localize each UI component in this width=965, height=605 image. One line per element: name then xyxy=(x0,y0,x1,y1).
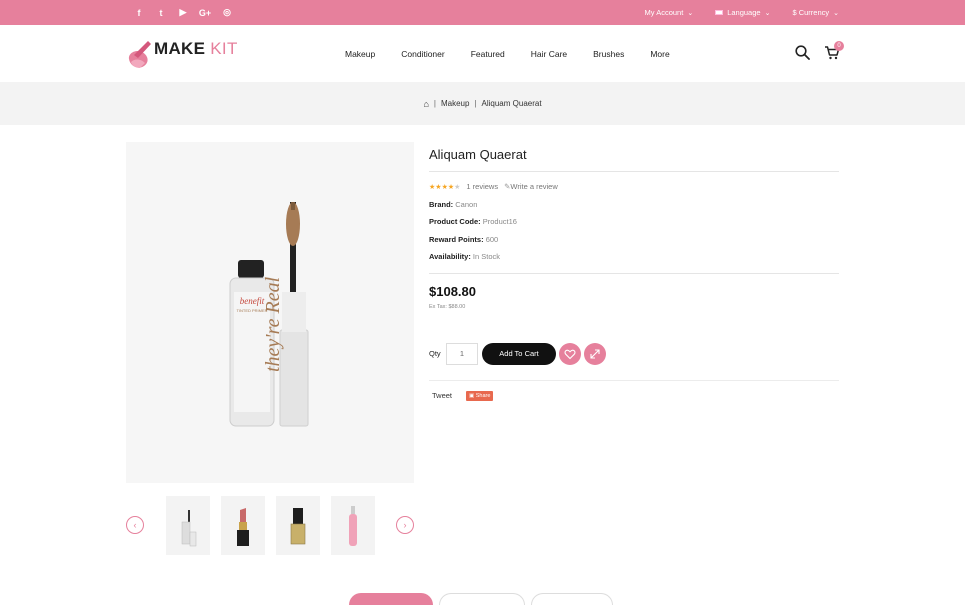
availability-label: Availability: xyxy=(429,252,471,261)
thumbnail-mascara xyxy=(181,510,197,547)
tab-reviews[interactable] xyxy=(531,593,613,605)
search-icon[interactable] xyxy=(795,45,810,60)
chevron-down-icon: ⌄ xyxy=(764,9,771,17)
site-header: MAKE KIT Makeup Conditioner Featured Hai… xyxy=(0,25,965,82)
logo-text-kit: KIT xyxy=(210,39,238,58)
twitter-icon[interactable]: t xyxy=(150,8,172,18)
currency-dropdown[interactable]: $ Currency ⌄ xyxy=(792,8,839,17)
product-main-image[interactable]: benefit TINTED PRIMER they're Real xyxy=(126,142,414,483)
add-to-cart-button[interactable]: Add To Cart xyxy=(482,343,556,365)
google-plus-icon[interactable]: G+ xyxy=(194,8,216,18)
breadcrumb: ⌂ | Makeup | Aliquam Quaerat xyxy=(0,82,965,125)
nav-item-more[interactable]: More xyxy=(650,49,669,59)
carousel-next-button[interactable]: › xyxy=(396,516,414,534)
nav-item-hair-care[interactable]: Hair Care xyxy=(531,49,567,59)
share-button[interactable]: ▣ Share xyxy=(466,391,494,401)
product-title: Aliquam Quaerat xyxy=(429,147,527,162)
write-review-link[interactable]: Write a review xyxy=(510,182,557,191)
reward-points-value: 600 xyxy=(485,235,499,244)
top-right-menu: My Account ⌄ Language ⌄ $ Currency ⌄ xyxy=(645,0,839,25)
currency-label: $ Currency xyxy=(792,8,830,17)
youtube-icon[interactable]: ▶ xyxy=(172,7,194,18)
nav-item-conditioner[interactable]: Conditioner xyxy=(401,49,444,59)
brand-value[interactable]: Canon xyxy=(455,200,477,209)
nav-item-brushes[interactable]: Brushes xyxy=(593,49,624,59)
heart-icon xyxy=(564,349,576,360)
my-account-dropdown[interactable]: My Account ⌄ xyxy=(645,8,694,17)
availability-value: In Stock xyxy=(472,252,501,261)
compare-icon xyxy=(590,349,600,359)
reviews-link[interactable]: 1 reviews xyxy=(466,182,498,191)
thumbnail-item[interactable] xyxy=(166,496,210,555)
rating-stars: ★★★★★ xyxy=(429,183,460,191)
home-icon[interactable]: ⌂ xyxy=(423,99,428,109)
logo-brush-icon xyxy=(128,41,151,68)
thumbnail-item[interactable] xyxy=(331,496,375,555)
qty-label: Qty xyxy=(429,349,441,358)
thumbnail-pink-serum xyxy=(349,506,357,546)
flag-icon xyxy=(715,10,724,15)
product-code-value: Product16 xyxy=(482,217,517,226)
breadcrumb-separator: | xyxy=(474,99,477,108)
site-logo[interactable]: MAKE KIT xyxy=(126,35,238,71)
thumbnail-item[interactable] xyxy=(276,496,320,555)
thumbnail-lipstick xyxy=(237,508,249,546)
main-nav: Makeup Conditioner Featured Hair Care Br… xyxy=(345,25,696,82)
thumbnail-nail-polish xyxy=(290,508,306,545)
breadcrumb-separator: | xyxy=(433,99,436,108)
tab-description[interactable] xyxy=(349,593,433,605)
tab-specification[interactable] xyxy=(439,593,525,605)
reward-points-row: Reward Points: 600 xyxy=(429,235,498,244)
quantity-input[interactable]: 1 xyxy=(446,343,478,365)
my-account-label: My Account xyxy=(644,8,684,17)
brand-label: Brand: xyxy=(429,200,454,209)
language-dropdown[interactable]: Language ⌄ xyxy=(715,8,770,17)
mascara-image: benefit TINTED PRIMER they're Real xyxy=(229,202,309,427)
divider xyxy=(429,380,839,381)
breadcrumb-item-current[interactable]: Aliquam Quaerat xyxy=(482,99,542,108)
rating-row: ★★★★★ 1 reviews ✎ Write a review xyxy=(429,182,558,191)
thumbnail-item[interactable] xyxy=(221,496,265,555)
brand-row: Brand: Canon xyxy=(429,200,477,209)
product-tabs xyxy=(349,593,629,605)
wishlist-button[interactable] xyxy=(559,343,581,365)
product-price: $108.80 xyxy=(429,284,476,299)
star-empty-icon: ★ xyxy=(454,183,461,191)
product-code-label: Product Code: xyxy=(429,217,481,226)
logo-text-make: MAKE xyxy=(154,39,206,58)
nav-item-makeup[interactable]: Makeup xyxy=(345,49,375,59)
logo-text: MAKE KIT xyxy=(154,39,238,59)
share-label: Share xyxy=(475,393,491,399)
tweet-button[interactable]: Tweet xyxy=(432,391,452,400)
thumbnail-carousel: ‹ › xyxy=(126,496,414,556)
nav-item-featured[interactable]: Featured xyxy=(471,49,505,59)
instagram-icon[interactable]: ◎ xyxy=(216,7,238,18)
reward-points-label: Reward Points: xyxy=(429,235,484,244)
compare-button[interactable] xyxy=(584,343,606,365)
chevron-down-icon: ⌄ xyxy=(687,9,694,17)
breadcrumb-item-makeup[interactable]: Makeup xyxy=(441,99,469,108)
carousel-prev-button[interactable]: ‹ xyxy=(126,516,144,534)
chevron-down-icon: ⌄ xyxy=(833,9,839,17)
language-label: Language xyxy=(727,8,761,17)
social-links: f t ▶ G+ ◎ xyxy=(128,0,238,25)
product-code-row: Product Code: Product16 xyxy=(429,217,517,226)
svg-text:benefit: benefit xyxy=(240,296,265,306)
availability-row: Availability: In Stock xyxy=(429,252,500,261)
top-bar: f t ▶ G+ ◎ My Account ⌄ Language ⌄ $ Cur… xyxy=(0,0,965,25)
ex-tax-price: Ex Tax: $88.00 xyxy=(429,304,466,310)
facebook-icon[interactable]: f xyxy=(128,8,150,18)
svg-text:they're Real: they're Real xyxy=(262,276,284,372)
divider xyxy=(429,273,839,274)
divider xyxy=(429,171,839,172)
cart-count-badge: 0 xyxy=(834,41,844,51)
